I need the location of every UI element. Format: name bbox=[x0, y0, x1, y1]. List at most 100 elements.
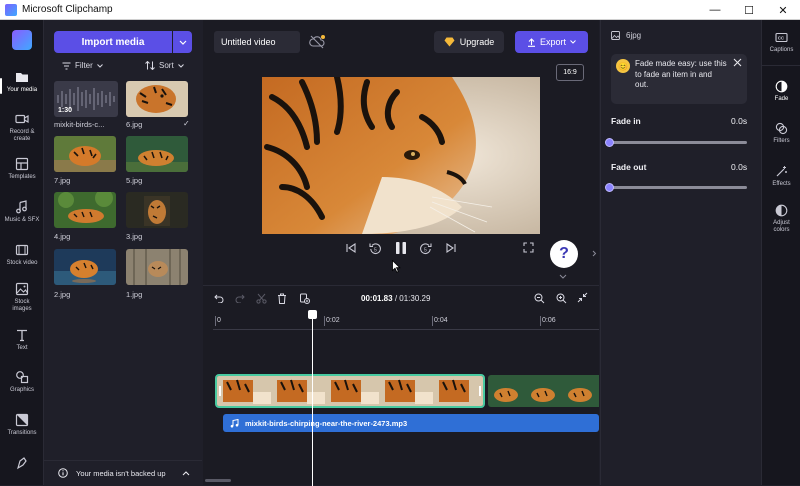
forward-5-icon: 5 bbox=[420, 243, 432, 255]
split-button[interactable] bbox=[256, 293, 267, 304]
collapse-properties-handle[interactable] bbox=[590, 245, 598, 261]
nav-label: Transitions bbox=[7, 430, 37, 436]
nav-text[interactable]: Text bbox=[0, 328, 44, 352]
fit-timeline-button[interactable] bbox=[577, 292, 588, 303]
tiger-thumbnail bbox=[54, 136, 116, 172]
video-preview[interactable] bbox=[262, 77, 540, 234]
duplicate-button[interactable] bbox=[299, 293, 310, 304]
audio-clip[interactable]: mixkit-birds-chirping-near-the-river-247… bbox=[223, 414, 599, 432]
selected-file-header: 6jpg bbox=[611, 31, 641, 40]
media-item-7jpg[interactable] bbox=[54, 136, 116, 172]
chevron-down-icon bbox=[177, 63, 184, 68]
clip-trim-handle-right[interactable] bbox=[479, 386, 481, 396]
aspect-ratio-button[interactable]: 16:9 bbox=[556, 64, 584, 81]
video-clip-selected[interactable] bbox=[215, 374, 485, 408]
nav-graphics[interactable]: Graphics bbox=[0, 370, 44, 394]
minimize-button[interactable]: — bbox=[698, 0, 732, 20]
cloud-sync-button[interactable] bbox=[309, 35, 325, 49]
skip-forward-button[interactable] bbox=[445, 242, 457, 254]
project-title-input[interactable]: Untitled video bbox=[214, 31, 300, 53]
captions-icon: CC bbox=[775, 32, 788, 43]
fade-in-slider[interactable] bbox=[611, 141, 747, 144]
redo-button[interactable] bbox=[235, 294, 245, 303]
rail-filters[interactable]: Filters bbox=[762, 122, 800, 145]
zoom-out-icon bbox=[534, 293, 545, 304]
filter-button[interactable]: Filter bbox=[62, 61, 103, 70]
timeline-scrollbar[interactable] bbox=[205, 479, 231, 482]
media-item-5jpg[interactable] bbox=[126, 136, 188, 172]
undo-icon bbox=[214, 294, 224, 303]
zoom-out-button[interactable] bbox=[534, 293, 545, 304]
media-item-label: 3.jpg bbox=[126, 232, 143, 241]
rewind-5-icon: 5 bbox=[369, 243, 381, 255]
nav-transitions[interactable]: Transitions bbox=[0, 413, 44, 437]
rail-fade[interactable]: Fade bbox=[762, 80, 800, 103]
fade-out-slider[interactable] bbox=[611, 186, 747, 189]
dismiss-tip-button[interactable] bbox=[733, 58, 742, 67]
clip-filmstrip bbox=[217, 376, 483, 406]
media-item-6jpg[interactable] bbox=[126, 81, 188, 117]
tiger-video-frame bbox=[262, 77, 540, 234]
maximize-button[interactable]: ☐ bbox=[732, 0, 766, 20]
chevron-down-icon bbox=[96, 63, 103, 68]
import-options-button[interactable] bbox=[173, 31, 192, 53]
ruler-tick: 0:06 bbox=[542, 317, 556, 324]
ruler-tick-mark bbox=[432, 316, 433, 326]
chevron-down-icon bbox=[179, 40, 186, 45]
nav-record-create[interactable]: Record & create bbox=[0, 112, 44, 143]
ruler-tick: 0 bbox=[217, 317, 221, 324]
rail-effects[interactable]: Effects bbox=[762, 165, 800, 188]
media-item-audio[interactable]: 1:30 bbox=[54, 81, 118, 117]
fade-in-slider-thumb[interactable] bbox=[605, 138, 614, 147]
rail-label: Fade bbox=[774, 96, 789, 102]
export-button[interactable]: Export bbox=[515, 31, 588, 53]
media-item-2jpg[interactable] bbox=[54, 249, 116, 285]
video-clip[interactable] bbox=[488, 375, 599, 407]
image-icon bbox=[15, 282, 29, 296]
svg-text:CC: CC bbox=[778, 36, 785, 41]
delete-button[interactable] bbox=[277, 293, 287, 304]
camera-icon bbox=[15, 114, 29, 124]
media-item-4jpg[interactable] bbox=[54, 192, 116, 228]
playhead-handle[interactable] bbox=[308, 310, 317, 319]
ruler-tick-mark bbox=[540, 316, 541, 326]
playhead[interactable] bbox=[312, 314, 313, 486]
nav-stock-video[interactable]: Stock video bbox=[0, 243, 44, 267]
nav-music-sfx[interactable]: Music & SFX bbox=[0, 200, 44, 224]
upgrade-button[interactable]: Upgrade bbox=[434, 31, 504, 53]
nav-brand-kit[interactable] bbox=[0, 456, 44, 473]
nav-your-media[interactable]: Your media bbox=[0, 70, 44, 94]
close-button[interactable]: ✕ bbox=[766, 0, 800, 20]
collapse-timeline-handle[interactable] bbox=[559, 274, 567, 279]
fullscreen-button[interactable] bbox=[523, 242, 534, 253]
pause-icon bbox=[396, 242, 406, 254]
fade-out-value: 0.0s bbox=[731, 162, 748, 172]
help-button[interactable]: ? bbox=[550, 240, 578, 268]
pause-button[interactable] bbox=[395, 241, 407, 255]
undo-button[interactable] bbox=[214, 294, 224, 303]
timecode: 00:01.83 / 01:30.29 bbox=[361, 294, 430, 303]
rail-adjust-colors[interactable]: Adjust colors bbox=[762, 204, 800, 234]
nav-stock-images[interactable]: Stock images bbox=[0, 282, 44, 313]
media-item-1jpg[interactable] bbox=[126, 249, 188, 285]
forward-5s-button[interactable]: 5 bbox=[419, 242, 432, 255]
skip-back-button[interactable] bbox=[345, 242, 357, 254]
sort-button[interactable]: Sort bbox=[145, 61, 184, 70]
fade-out-slider-thumb[interactable] bbox=[605, 183, 614, 192]
sort-label: Sort bbox=[159, 61, 174, 70]
rewind-5s-button[interactable]: 5 bbox=[369, 242, 382, 255]
backup-notice[interactable]: Your media isn't backed up bbox=[44, 460, 202, 485]
clip-trim-handle-left[interactable] bbox=[219, 386, 221, 396]
collapse-arrows-icon bbox=[577, 292, 588, 303]
selected-file-name: 6jpg bbox=[626, 31, 642, 40]
filters-icon bbox=[775, 122, 788, 135]
zoom-in-button[interactable] bbox=[556, 293, 567, 304]
media-item-3jpg[interactable] bbox=[126, 192, 188, 228]
rail-captions[interactable]: CC Captions bbox=[762, 31, 800, 54]
fade-in-label: Fade in bbox=[611, 116, 641, 126]
import-media-button[interactable]: Import media bbox=[54, 31, 172, 53]
nav-rail: Your media Record & create Templates Mus… bbox=[0, 20, 44, 485]
templates-icon bbox=[15, 157, 29, 171]
nav-templates[interactable]: Templates bbox=[0, 157, 44, 181]
image-file-icon bbox=[611, 31, 620, 40]
